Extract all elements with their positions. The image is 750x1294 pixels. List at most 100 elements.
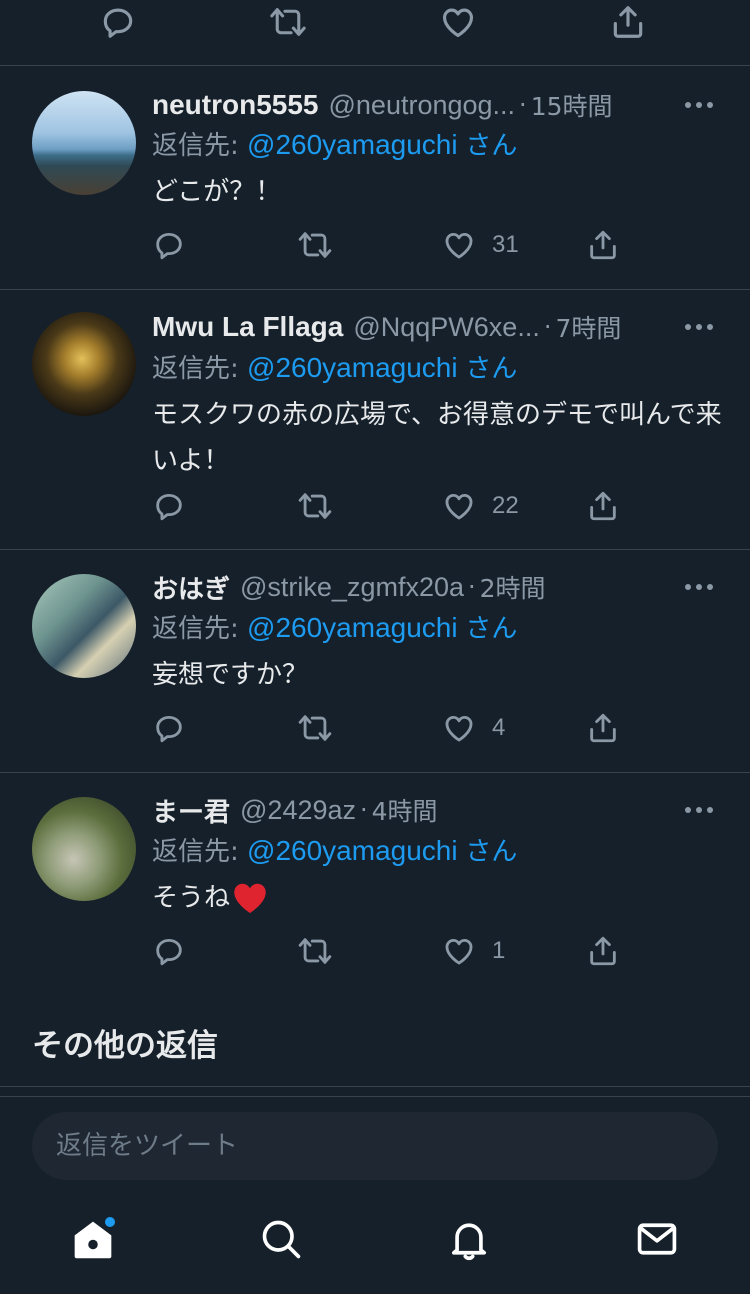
user-handle[interactable]: @2429az (240, 795, 356, 826)
tweet-actions: 31 (152, 225, 632, 265)
notification-dot (104, 1216, 116, 1228)
reply-button[interactable] (152, 225, 186, 265)
mention-link[interactable]: @260yamaguchi さん (247, 612, 517, 644)
more-button[interactable] (684, 85, 714, 125)
avatar[interactable] (32, 574, 136, 678)
retweet-button[interactable] (296, 486, 334, 526)
more-replies-heading[interactable]: その他の返信 (32, 1020, 218, 1065)
share-button[interactable] (608, 2, 648, 42)
timestamp[interactable]: 4時間 (372, 792, 438, 828)
retweet-button[interactable] (296, 225, 334, 265)
display-name[interactable]: まー君 (152, 792, 230, 829)
retweet-icon (298, 938, 332, 964)
separator-dot: · (543, 313, 552, 341)
retweet-button[interactable] (268, 2, 308, 42)
more-icon (685, 807, 713, 813)
retweet-icon (298, 715, 332, 741)
tweet-text: どこが？！ (152, 177, 282, 207)
tweet-text: 妄想ですか？ (152, 660, 309, 690)
share-icon (613, 6, 643, 38)
tab-search[interactable] (256, 1214, 306, 1264)
reply-icon (156, 232, 182, 260)
reply-tweet[interactable]: まー君 @2429az · 4時間 返信先: @260yamaguchi さん … (0, 773, 750, 988)
like-count: 31 (492, 231, 519, 258)
timestamp[interactable]: 2時間 (480, 569, 546, 605)
retweet-icon (298, 232, 332, 258)
divider (0, 1086, 750, 1087)
more-button[interactable] (684, 567, 714, 607)
timestamp[interactable]: 7時間 (555, 309, 621, 345)
reply-composer[interactable] (32, 1112, 718, 1180)
reply-button[interactable] (98, 2, 138, 42)
share-icon (590, 713, 616, 743)
reply-tweet[interactable]: Mwu La Fllaga @NqqPW6xe... · 7時間 返信先: @2… (0, 290, 750, 550)
like-button[interactable]: 31 (442, 225, 519, 265)
like-button[interactable]: 22 (442, 486, 519, 526)
like-count: 1 (492, 937, 506, 964)
like-button[interactable]: 4 (442, 708, 505, 748)
share-icon (590, 230, 616, 260)
retweet-icon (270, 8, 306, 36)
reply-icon (103, 8, 133, 38)
separator-dot: · (360, 796, 368, 824)
reply-button[interactable] (152, 931, 186, 971)
heart-icon (234, 883, 266, 913)
avatar[interactable] (32, 91, 136, 195)
tweet-actions: 1 (152, 931, 632, 971)
replying-to: 返信先: @260yamaguchi さん (152, 608, 517, 645)
avatar[interactable] (32, 312, 136, 416)
tab-notifications[interactable] (444, 1214, 494, 1264)
reply-button[interactable] (152, 486, 186, 526)
replying-to-label: 返信先: (152, 131, 248, 161)
share-button[interactable] (586, 931, 620, 971)
tab-messages[interactable] (632, 1214, 682, 1264)
tweet-text: モスクワの赤の広場で、お得意のデモで叫んで来いよ！ (152, 400, 722, 476)
search-icon (262, 1220, 301, 1259)
reply-button[interactable] (152, 708, 186, 748)
replying-to-label: 返信先: (152, 354, 248, 384)
mention-link[interactable]: @260yamaguchi さん (247, 835, 517, 867)
bottom-tab-bar (0, 1196, 750, 1294)
more-button[interactable] (684, 307, 714, 347)
tweet-actions: 22 (152, 486, 632, 526)
heart-icon (442, 8, 474, 38)
share-button[interactable] (586, 486, 620, 526)
reply-icon (156, 715, 182, 743)
replying-to-label: 返信先: (152, 614, 248, 644)
tweet-header: おはぎ @strike_zgmfx20a · 2時間 (152, 567, 750, 607)
replying-to-label: 返信先: (152, 837, 248, 867)
share-icon (590, 491, 616, 521)
mention-link[interactable]: @260yamaguchi さん (247, 352, 517, 384)
tweet-header: neutron5555 @neutrongog... · 15時間 (152, 85, 750, 125)
reply-tweet[interactable]: おはぎ @strike_zgmfx20a · 2時間 返信先: @260yama… (0, 550, 750, 773)
more-icon (685, 102, 713, 108)
retweet-button[interactable] (296, 931, 334, 971)
user-handle[interactable]: @strike_zgmfx20a (240, 572, 464, 603)
display-name[interactable]: Mwu La Fllaga (152, 311, 343, 343)
user-handle[interactable]: @neutrongog... (329, 90, 516, 121)
notifications-icon (451, 1223, 487, 1261)
like-button[interactable]: 1 (442, 931, 505, 971)
reply-input[interactable] (32, 1112, 718, 1180)
user-handle[interactable]: @NqqPW6xe... (353, 312, 539, 343)
mention-link[interactable]: @260yamaguchi さん (247, 129, 517, 161)
tab-home[interactable] (68, 1214, 118, 1264)
replying-to: 返信先: @260yamaguchi さん (152, 831, 517, 868)
like-button[interactable] (438, 2, 478, 42)
separator-dot: · (468, 573, 476, 601)
separator-dot: · (519, 91, 527, 119)
reply-tweet[interactable]: neutron5555 @neutrongog... · 15時間 返信先: @… (0, 67, 750, 290)
display-name[interactable]: neutron5555 (152, 89, 319, 121)
avatar[interactable] (32, 797, 136, 901)
retweet-button[interactable] (296, 708, 334, 748)
messages-icon (637, 1223, 677, 1255)
more-icon (685, 584, 713, 590)
timestamp[interactable]: 15時間 (531, 87, 613, 123)
share-button[interactable] (586, 708, 620, 748)
share-button[interactable] (586, 225, 620, 265)
replying-to: 返信先: @260yamaguchi さん (152, 125, 517, 162)
display-name[interactable]: おはぎ (152, 569, 230, 606)
more-button[interactable] (684, 790, 714, 830)
tweet-header: まー君 @2429az · 4時間 (152, 790, 750, 830)
like-count: 4 (492, 714, 506, 741)
